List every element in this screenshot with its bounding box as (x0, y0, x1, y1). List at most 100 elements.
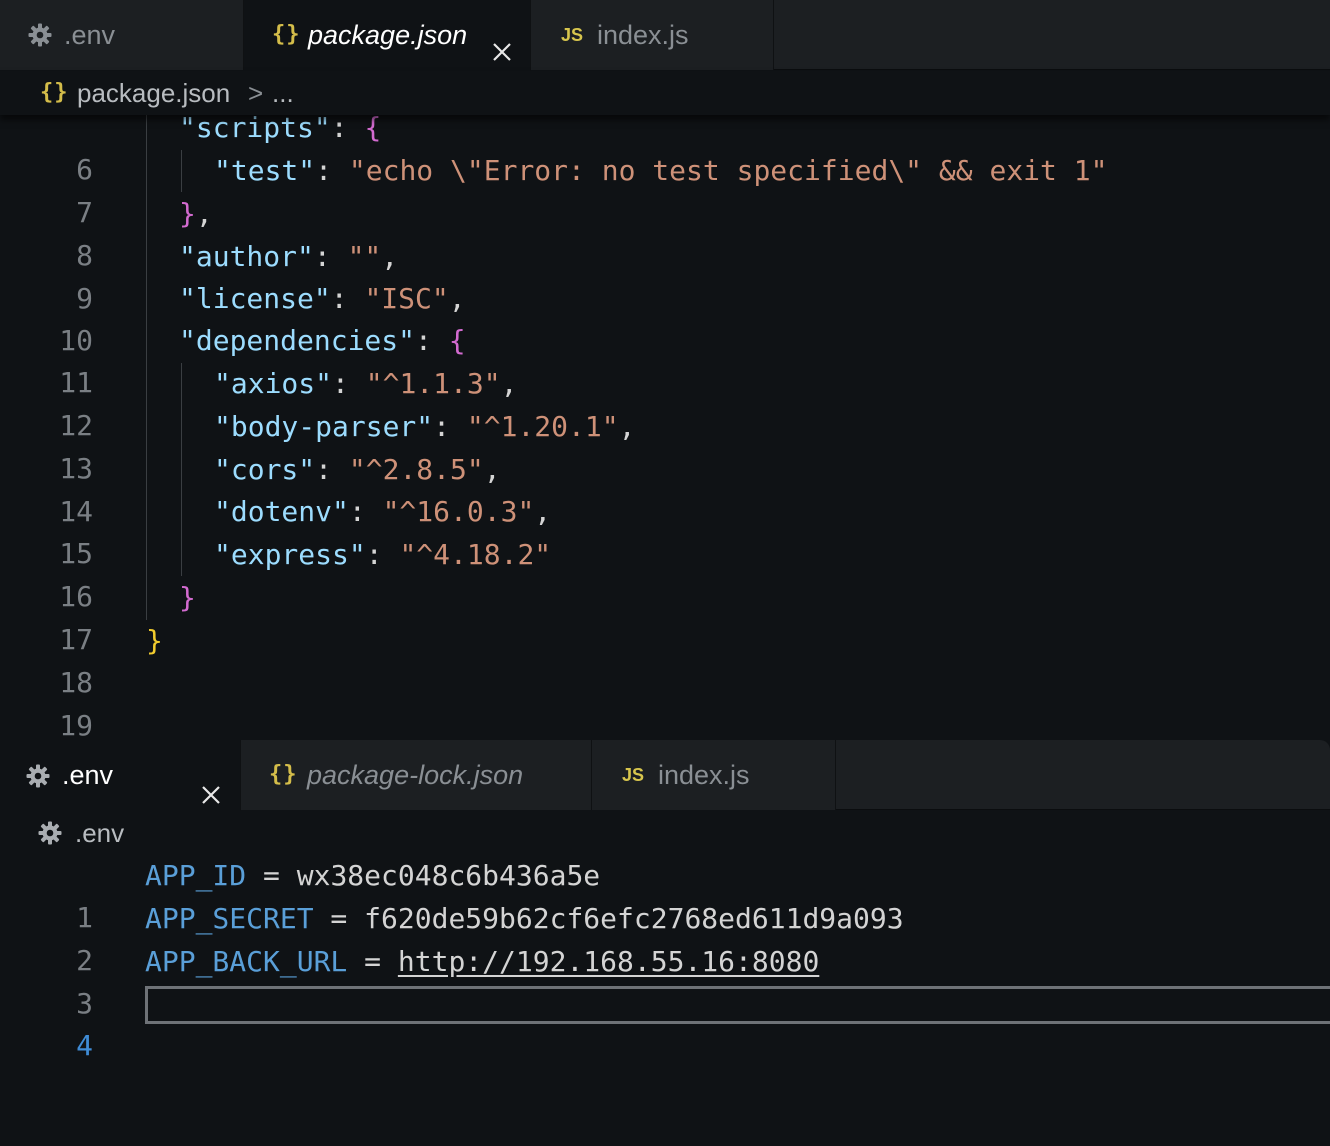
tab-label: package-lock.json (307, 760, 524, 790)
tab-label: .env (62, 760, 114, 790)
js-icon: JS (622, 765, 645, 785)
json-string: "^16.0.3" (382, 495, 535, 528)
json-string: "^2.8.5" (348, 453, 484, 486)
tab-env[interactable]: .env (0, 0, 244, 70)
punctuation: : (332, 367, 349, 400)
breadcrumb-file[interactable]: package.json (77, 71, 230, 115)
line-number: 19 (59, 709, 93, 738)
punctuation: , (534, 495, 552, 528)
code-line: 9 "author": "", (0, 236, 1330, 315)
punctuation: : (365, 538, 383, 571)
tab-bar: .env {} package.json JS index.js (0, 0, 1330, 71)
close-icon[interactable] (490, 20, 514, 61)
close-icon[interactable] (199, 763, 223, 804)
env-key: APP_BACK_URL (145, 945, 348, 978)
json-key: "test" (214, 154, 316, 187)
bracket: } (179, 581, 196, 614)
bracket: } (146, 624, 163, 657)
punctuation: , (618, 410, 636, 443)
code-line: 11 "dependencies": { (0, 320, 1330, 399)
punctuation: : (433, 410, 451, 443)
json-key: "axios" (214, 367, 333, 400)
punctuation: : (313, 240, 331, 273)
env-equals: = (246, 859, 297, 892)
punctuation: , (195, 197, 213, 230)
env-value: f620de59b62cf6efc2768ed611d9a093 (364, 902, 904, 935)
tab-bar: .env {} package-lock.json JS index.js (0, 740, 1330, 811)
json-key: "license" (179, 282, 331, 315)
gear-icon (26, 764, 50, 788)
json-string: "^1.1.3" (365, 367, 501, 400)
gear-icon (28, 23, 52, 47)
tab-package-lock-json[interactable]: {} package-lock.json (241, 740, 592, 810)
code-line: 18 } (0, 620, 1330, 699)
json-key: "author" (179, 240, 314, 273)
json-string: "^4.18.2" (399, 538, 552, 571)
tab-label: index.js (597, 20, 689, 50)
tab-index-js[interactable]: JS index.js (592, 740, 836, 810)
punctuation: , (483, 453, 501, 486)
code-editor[interactable]: 1 APP_ID = wx38ec048c6b436a5e 2 APP_SECR… (0, 855, 1330, 1146)
punctuation: , (381, 240, 399, 273)
punctuation: , (448, 282, 466, 315)
punctuation: : (330, 111, 348, 144)
code-line: 13 "body-parser": "^1.20.1", (0, 406, 1330, 485)
json-string: "^1.20.1" (466, 410, 619, 443)
tab-label: package.json (308, 20, 468, 50)
punctuation: : (415, 324, 432, 357)
editor-window: .env {} package.json JS index.js {} pack… (0, 0, 1330, 1146)
json-string: "echo \"Error: no test specified\" && ex… (348, 154, 1108, 187)
breadcrumb-symbols[interactable]: ... (272, 71, 294, 115)
env-url-link[interactable]: http://192.168.55.16:8080 (398, 945, 819, 978)
json-key: "scripts" (179, 111, 331, 144)
punctuation: : (315, 453, 333, 486)
bracket: { (448, 324, 466, 357)
breadcrumb: {} package.json > ... (0, 71, 1330, 115)
code-line: 15 "dotenv": "^16.0.3", (0, 491, 1330, 570)
code-line: 16 "express": "^4.18.2" (0, 534, 1330, 613)
code-line: 3 APP_BACK_URL = http://192.168.55.16:80… (0, 941, 1330, 1020)
env-key: APP_SECRET (145, 902, 314, 935)
json-key: "dependencies" (179, 324, 416, 357)
bracket: { (364, 111, 382, 144)
breadcrumb-separator: > (248, 78, 264, 108)
breadcrumb: .env (0, 811, 1330, 855)
json-key: "body-parser" (214, 410, 434, 443)
env-equals: = (347, 945, 398, 978)
code-line: 1 APP_ID = wx38ec048c6b436a5e (0, 855, 1330, 934)
editor-group-top: .env {} package.json JS index.js {} pack… (0, 0, 1330, 738)
tab-label: index.js (658, 760, 750, 790)
punctuation: : (348, 495, 366, 528)
json-key: "express" (214, 538, 366, 571)
editor-group-bottom: .env {} package-lock.json JS index.js .e… (0, 740, 1330, 1146)
json-string: "ISC" (364, 282, 449, 315)
json-key: "cors" (214, 453, 316, 486)
tab-package-json[interactable]: {} package.json (244, 0, 531, 71)
code-line: 4 (0, 983, 1330, 1062)
gear-icon (38, 821, 62, 845)
braces-icon: {} (269, 762, 298, 787)
code-line: 8 }, (0, 193, 1330, 272)
tab-index-js[interactable]: JS index.js (531, 0, 774, 70)
code-line: 2 APP_SECRET = f620de59b62cf6efc2768ed61… (0, 898, 1330, 977)
code-line: 7 "test": "echo \"Error: no test specifi… (0, 150, 1330, 229)
braces-icon: {} (40, 80, 69, 105)
env-equals: = (313, 902, 365, 935)
bracket: } (179, 197, 196, 230)
tab-label: .env (64, 20, 116, 50)
code-line: 19 (0, 663, 1330, 738)
punctuation: : (315, 154, 333, 187)
code-line: 17 } (0, 577, 1330, 656)
tab-env[interactable]: .env (0, 740, 241, 811)
line-number: 4 (76, 1029, 93, 1062)
breadcrumb-file[interactable]: .env (75, 811, 124, 855)
json-string: "" (347, 240, 382, 273)
code-line: 10 "license": "ISC", (0, 278, 1330, 357)
punctuation: : (330, 282, 348, 315)
code-line: 14 "cors": "^2.8.5", (0, 449, 1330, 528)
env-value: wx38ec048c6b436a5e (296, 859, 601, 892)
braces-icon: {} (272, 22, 301, 47)
code-line: 12 "axios": "^1.1.3", (0, 363, 1330, 442)
code-editor[interactable]: 6 "scripts": { 7 "test": "echo \"Error: … (0, 106, 1330, 738)
json-key: "dotenv" (214, 495, 349, 528)
